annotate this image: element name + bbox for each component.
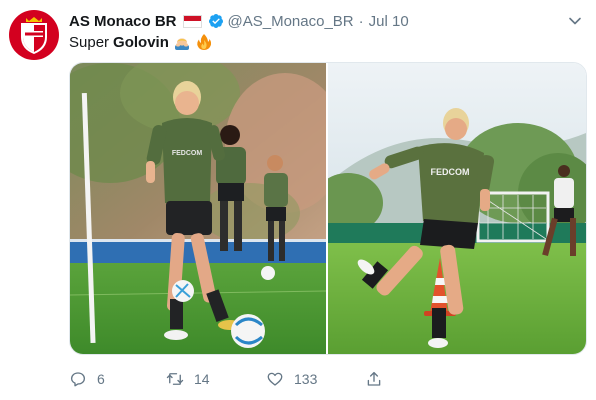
- left-jersey-text: FEDCOM: [172, 150, 203, 157]
- photo-left[interactable]: FEDCOM: [70, 63, 326, 354]
- like-button[interactable]: 133: [266, 370, 317, 388]
- share-button[interactable]: [365, 370, 383, 388]
- monaco-flag-icon: [182, 14, 202, 28]
- man-bowing-emoji: [174, 38, 189, 50]
- like-count: 133: [294, 371, 318, 387]
- tweet-text: Super Golovin: [69, 33, 213, 51]
- reply-button[interactable]: 6: [69, 370, 105, 388]
- avatar[interactable]: [9, 10, 59, 60]
- media-grid[interactable]: FEDCOM FEDCOM: [69, 62, 587, 355]
- action-bar: 6 14 133: [69, 368, 389, 390]
- account-name[interactable]: AS Monaco BR: [69, 13, 177, 30]
- tweet-card[interactable]: AS Monaco BR @AS_Monaco_BR · Jul 10 Supe…: [0, 0, 596, 400]
- tweet-header: AS Monaco BR @AS_Monaco_BR · Jul 10: [69, 11, 409, 31]
- retweet-button[interactable]: 14: [166, 370, 210, 388]
- photo-right[interactable]: FEDCOM: [328, 63, 586, 354]
- share-icon: [367, 371, 381, 386]
- tweet-date[interactable]: Jul 10: [369, 13, 409, 30]
- training-photo-right: FEDCOM: [328, 63, 586, 354]
- training-photo-left: FEDCOM: [70, 63, 326, 354]
- chevron-down-icon[interactable]: [568, 14, 582, 28]
- verified-badge-icon: [208, 13, 224, 29]
- as-monaco-crest-icon: [21, 17, 47, 54]
- reply-icon: [70, 372, 86, 387]
- heart-icon: [267, 372, 283, 386]
- tweet-text-mention: Golovin: [113, 33, 169, 51]
- right-jersey-text: FEDCOM: [431, 167, 470, 177]
- fire-emoji: [197, 34, 211, 50]
- retweet-count: 14: [194, 371, 210, 387]
- reply-count: 6: [97, 371, 105, 387]
- tweet-text-prefix: Super: [69, 33, 110, 51]
- header-separator: ·: [358, 12, 364, 30]
- retweet-icon: [166, 373, 184, 385]
- account-handle[interactable]: @AS_Monaco_BR: [228, 13, 354, 30]
